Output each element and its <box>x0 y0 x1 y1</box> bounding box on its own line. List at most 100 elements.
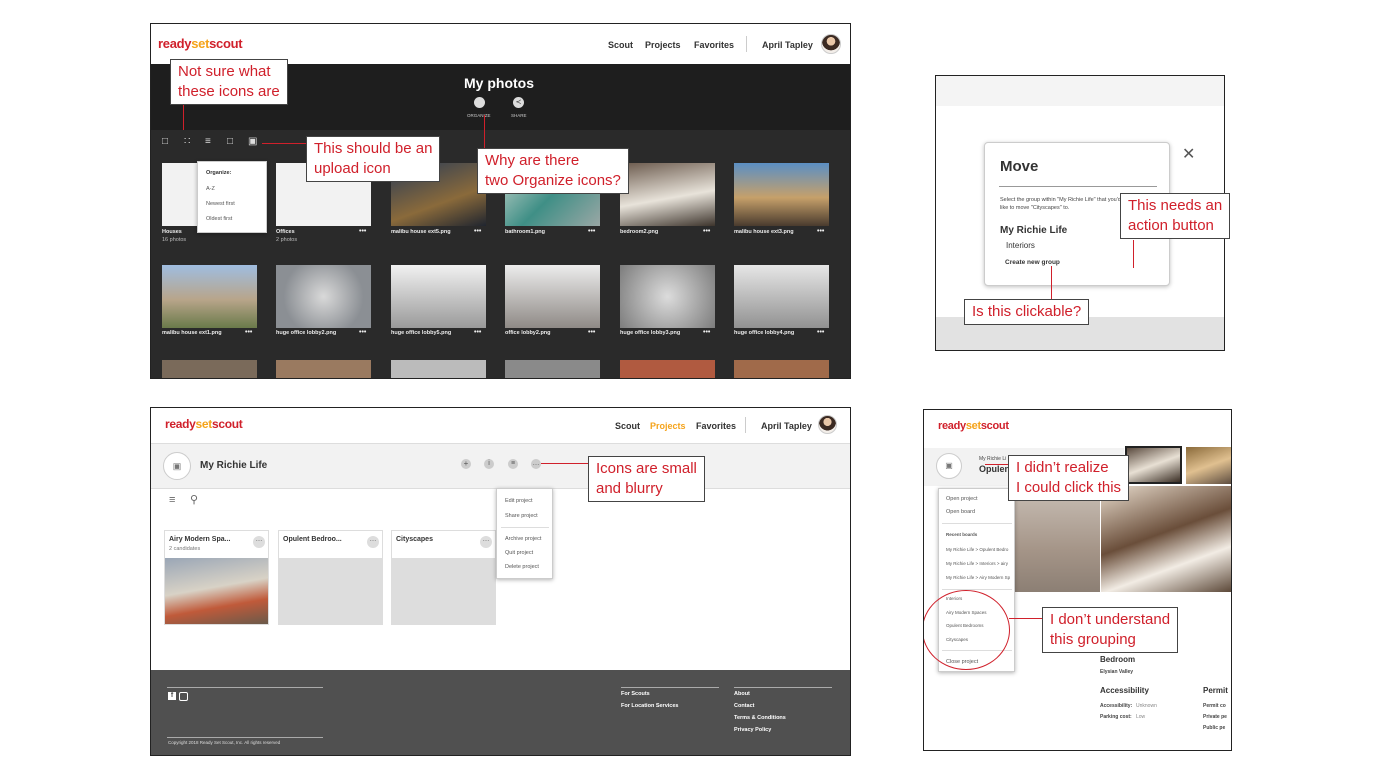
group-root[interactable]: My Richie Life <box>1000 225 1067 236</box>
project-board-panel: readysetscout Scout Projects Favorites A… <box>150 407 851 756</box>
folder-icon[interactable]: □ <box>162 137 168 147</box>
user-avatar[interactable] <box>821 34 841 54</box>
footer-link[interactable]: For Location Services <box>621 703 678 709</box>
thumb-strip-1[interactable] <box>1125 446 1182 484</box>
menu-open-project[interactable]: Open project <box>946 496 978 502</box>
board-card[interactable]: Airy Modern Spa... 2 candidates … <box>164 530 269 625</box>
board-title: Opulen <box>979 464 1010 474</box>
nav-scout[interactable]: Scout <box>615 421 640 431</box>
organize-action-icon[interactable] <box>474 97 485 108</box>
organize-option-oldest[interactable]: Oldest first <box>206 216 232 222</box>
thumb-strip-2[interactable] <box>1186 447 1231 484</box>
brand-logo[interactable]: readysetscout <box>938 420 1009 432</box>
project-avatar[interactable]: ▣ <box>936 453 962 479</box>
instagram-icon[interactable] <box>179 692 188 701</box>
footer-link[interactable]: For Scouts <box>621 691 650 697</box>
nav-projects[interactable]: Projects <box>650 421 686 431</box>
annotation-connector <box>1133 240 1134 268</box>
menu-edit-project[interactable]: Edit project <box>505 498 533 504</box>
brand-logo[interactable]: readysetscout <box>165 417 243 431</box>
photo-thumb[interactable] <box>620 163 715 226</box>
nav-favorites[interactable]: Favorites <box>694 40 734 50</box>
nav-divider <box>746 36 747 52</box>
photo-thumb[interactable] <box>620 265 715 328</box>
footer-link[interactable]: Contact <box>734 703 754 709</box>
more-menu[interactable]: ••• <box>703 228 710 235</box>
menu-share-project[interactable]: Share project <box>505 513 538 519</box>
close-icon[interactable]: ✕ <box>1182 144 1195 164</box>
more-menu[interactable]: ••• <box>817 329 824 336</box>
more-icon[interactable]: … <box>531 459 541 469</box>
photo-thumb[interactable] <box>734 360 829 378</box>
more-menu[interactable]: ••• <box>359 329 366 336</box>
more-menu[interactable]: ••• <box>359 228 366 235</box>
more-menu[interactable]: ••• <box>703 329 710 336</box>
photo-name: huge office lobby4.png <box>734 330 795 336</box>
page-title: My photos <box>464 75 534 91</box>
facebook-icon[interactable]: f <box>168 692 176 700</box>
comment-icon[interactable]: ≡ <box>508 459 518 469</box>
nav-scout[interactable]: Scout <box>608 40 633 50</box>
organize-option-az[interactable]: A-Z <box>206 186 215 192</box>
folder-outline-icon[interactable]: □ <box>227 137 233 147</box>
organize-option-newest[interactable]: Newest first <box>206 201 235 207</box>
sort-icon[interactable]: ≡ <box>205 137 211 147</box>
footer-link[interactable]: Privacy Policy <box>734 727 771 733</box>
board-more-button[interactable]: … <box>253 536 265 548</box>
photo-thumb[interactable] <box>276 265 371 328</box>
add-icon[interactable]: + <box>461 459 471 469</box>
photo-thumb[interactable] <box>734 163 829 226</box>
project-avatar[interactable]: ▣ <box>163 452 191 480</box>
more-menu[interactable]: ••• <box>474 228 481 235</box>
photo-thumb[interactable] <box>162 360 257 378</box>
sort-icon[interactable]: ≡ <box>169 494 175 506</box>
grid-icon[interactable]: ∷ <box>184 137 190 147</box>
photo-thumb[interactable] <box>734 265 829 328</box>
nav-favorites[interactable]: Favorites <box>696 421 736 431</box>
more-menu[interactable]: ••• <box>817 228 824 235</box>
more-menu[interactable]: ••• <box>245 329 252 336</box>
nav-user-name[interactable]: April Tapley <box>762 40 813 50</box>
photo-thumb[interactable] <box>505 360 600 378</box>
camera-icon[interactable]: ▣ <box>248 137 257 147</box>
menu-archive-project[interactable]: Archive project <box>505 536 541 542</box>
user-avatar[interactable] <box>818 415 837 434</box>
board-card[interactable]: Opulent Bedroo... … <box>278 530 383 625</box>
brand-scout: scout <box>209 36 243 51</box>
photo-thumb[interactable] <box>620 360 715 378</box>
more-menu[interactable]: ••• <box>588 228 595 235</box>
more-menu[interactable]: ••• <box>474 329 481 336</box>
menu-quit-project[interactable]: Quit project <box>505 550 533 556</box>
info-icon[interactable]: i <box>484 459 494 469</box>
photo-thumb[interactable] <box>505 265 600 328</box>
photo-thumb[interactable] <box>391 265 486 328</box>
search-icon[interactable]: ⚲ <box>190 493 198 506</box>
folder-name: Houses <box>162 229 182 235</box>
footer-link[interactable]: Terms & Conditions <box>734 715 786 721</box>
nav-projects[interactable]: Projects <box>645 40 681 50</box>
share-action-icon[interactable]: ≺ <box>513 97 524 108</box>
annotation-connector <box>484 115 485 148</box>
more-menu[interactable]: ••• <box>588 329 595 336</box>
folder-name: Offices <box>276 229 295 235</box>
permit-line: Public pe <box>1203 725 1226 731</box>
recent-board-link[interactable]: My Richie Life > Interiors > airy <box>946 561 1008 566</box>
breadcrumb[interactable]: My Richie Li <box>979 456 1006 462</box>
menu-divider <box>942 523 1012 524</box>
photo-thumb[interactable] <box>162 265 257 328</box>
footer-link[interactable]: About <box>734 691 750 697</box>
recent-board-link[interactable]: My Richie Life > Airy Modern Sp <box>946 575 1010 580</box>
photo-thumb[interactable] <box>276 360 371 378</box>
create-new-group-link[interactable]: Create new group <box>1005 259 1060 266</box>
menu-open-board[interactable]: Open board <box>946 509 975 515</box>
board-more-button[interactable]: … <box>480 536 492 548</box>
group-interiors[interactable]: Interiors <box>1006 241 1035 250</box>
photo-name: malibu house ext3.png <box>734 229 794 235</box>
recent-board-link[interactable]: My Richie Life > Opulent Bedro <box>946 547 1008 552</box>
menu-delete-project[interactable]: Delete project <box>505 564 539 570</box>
photo-thumb[interactable] <box>391 360 486 378</box>
brand-logo[interactable]: readysetscout <box>158 36 243 51</box>
nav-user-name[interactable]: April Tapley <box>761 421 812 431</box>
board-card[interactable]: Cityscapes … <box>391 530 496 625</box>
board-more-button[interactable]: … <box>367 536 379 548</box>
